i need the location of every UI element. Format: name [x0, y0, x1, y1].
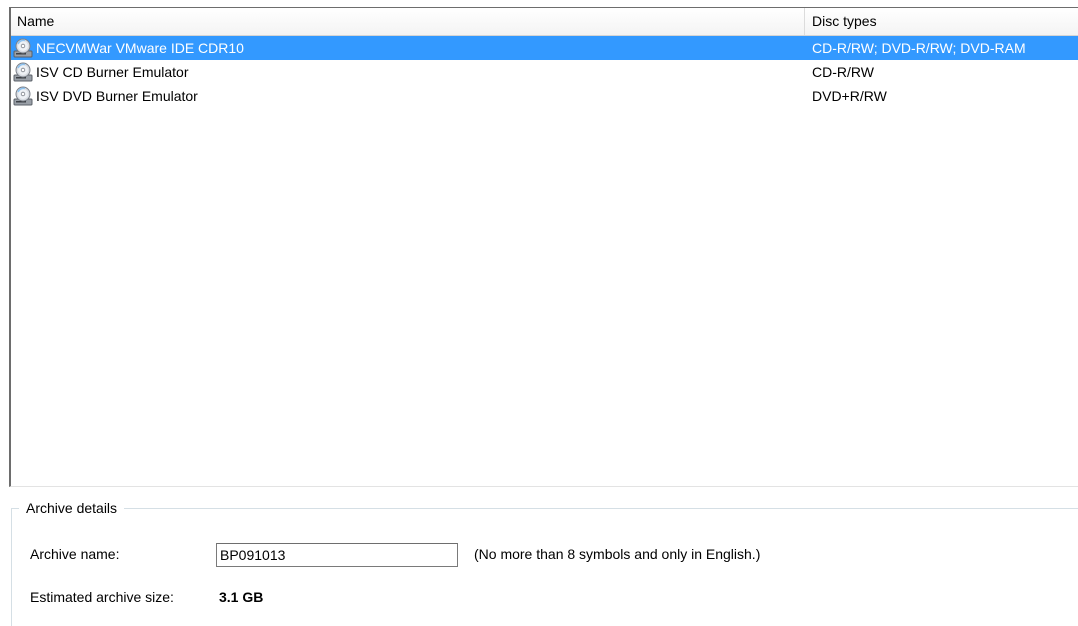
drive-row[interactable]: ISV CD Burner Emulator CD-R/RW [11, 60, 1078, 84]
archive-details-title: Archive details [19, 498, 125, 518]
drive-list[interactable]: Name Disc types NECVMWar VMware IDE CDR1… [9, 7, 1078, 487]
archive-name-label: Archive name: [30, 546, 120, 562]
cd-drive-icon [12, 85, 34, 107]
column-header-name[interactable]: Name [11, 8, 805, 35]
column-header-disc-types[interactable]: Disc types [805, 8, 1078, 35]
drive-row[interactable]: NECVMWar VMware IDE CDR10 CD-R/RW; DVD-R… [11, 36, 1078, 60]
drive-disc-types: CD-R/RW; DVD-R/RW; DVD-RAM [812, 40, 1026, 56]
estimated-size-value: 3.1 GB [219, 589, 264, 605]
archive-details-group: Archive details Archive name: (No more t… [11, 498, 1078, 626]
archive-name-input[interactable] [216, 543, 458, 567]
archive-name-hint: (No more than 8 symbols and only in Engl… [474, 546, 761, 562]
drive-name: NECVMWar VMware IDE CDR10 [36, 40, 244, 56]
cd-drive-icon [12, 37, 34, 59]
drive-row[interactable]: ISV DVD Burner Emulator DVD+R/RW [11, 84, 1078, 108]
drive-name-cell: NECVMWar VMware IDE CDR10 [11, 37, 806, 59]
list-header: Name Disc types [11, 8, 1078, 36]
drive-rows: NECVMWar VMware IDE CDR10 CD-R/RW; DVD-R… [11, 36, 1078, 108]
drive-disc-types: CD-R/RW [812, 64, 874, 80]
drive-name: ISV DVD Burner Emulator [36, 88, 198, 104]
burn-archive-panel: Name Disc types NECVMWar VMware IDE CDR1… [0, 0, 1078, 626]
estimated-size-label: Estimated archive size: [30, 589, 174, 605]
drive-name: ISV CD Burner Emulator [36, 64, 189, 80]
drive-name-cell: ISV DVD Burner Emulator [11, 85, 806, 107]
drive-name-cell: ISV CD Burner Emulator [11, 61, 806, 83]
drive-disc-types: DVD+R/RW [812, 88, 887, 104]
cd-drive-icon [12, 61, 34, 83]
